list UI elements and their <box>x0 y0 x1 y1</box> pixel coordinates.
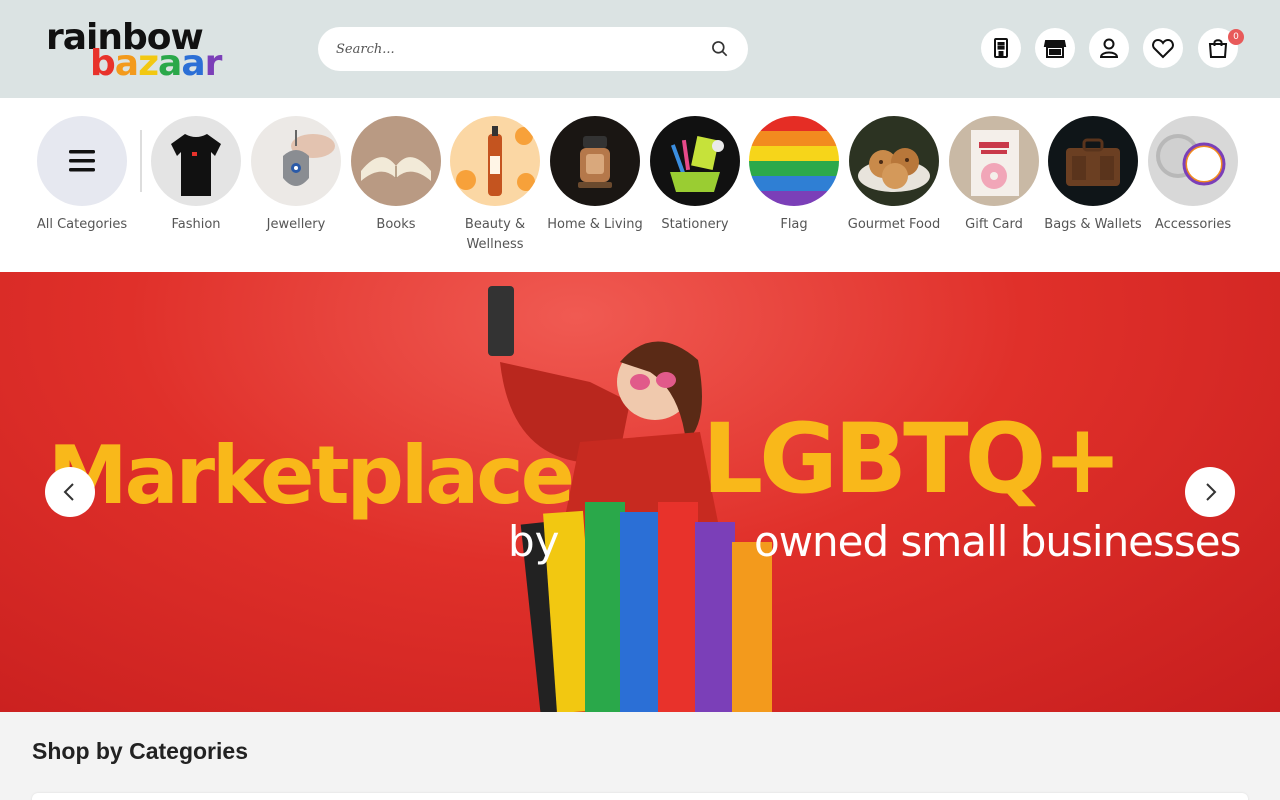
category-strip: All Categories Fashion Jewellery Books B… <box>0 98 1280 272</box>
category-image <box>650 116 740 206</box>
user-icon <box>1099 38 1119 58</box>
category-all-circle <box>37 116 127 206</box>
category-gourmet-food[interactable]: Gourmet Food <box>842 116 946 235</box>
banner-headline-right: LGBTQ+ <box>702 403 1123 515</box>
category-jewellery[interactable]: Jewellery <box>244 116 348 235</box>
category-image <box>351 116 441 206</box>
store-button[interactable] <box>1035 28 1075 68</box>
category-label: Fashion <box>171 217 221 232</box>
category-image <box>450 116 540 206</box>
category-bags-wallets[interactable]: Bags & Wallets <box>1041 116 1145 235</box>
category-image <box>1048 116 1138 206</box>
chevron-left-icon <box>63 483 74 501</box>
carousel-next-button[interactable] <box>1185 467 1235 517</box>
section-title: Shop by Categories <box>32 738 248 764</box>
category-gift-card[interactable]: Gift Card <box>942 116 1046 235</box>
banner-headline-left: Marketplace <box>48 429 575 522</box>
category-flag[interactable]: Flag <box>742 116 846 235</box>
shopping-bag-icon <box>1208 39 1228 58</box>
chevron-right-icon <box>1206 483 1217 501</box>
category-books[interactable]: Books <box>344 116 448 235</box>
site-header: rainbow bazaar 0 <box>0 0 1280 98</box>
category-label: Gourmet Food <box>847 217 941 232</box>
search-input[interactable] <box>336 38 696 60</box>
menu-icon <box>69 150 95 172</box>
heart-icon <box>1152 38 1174 59</box>
logo[interactable]: rainbow bazaar <box>46 18 236 84</box>
store-icon <box>1043 40 1067 58</box>
category-image <box>849 116 939 206</box>
hero-banner[interactable]: Marketplace LGBTQ+ by owned small busine… <box>0 272 1280 712</box>
account-button[interactable] <box>1089 28 1129 68</box>
category-image <box>151 116 241 206</box>
category-divider <box>140 130 142 192</box>
category-accessories[interactable]: Accessories <box>1141 116 1245 235</box>
cart-count-badge: 0 <box>1228 29 1244 45</box>
search-bar[interactable] <box>318 27 748 71</box>
logo-word-bazaar: bazaar <box>90 43 222 84</box>
category-fashion[interactable]: Fashion <box>144 116 248 235</box>
category-label: Bags & Wallets <box>1044 217 1142 232</box>
building-button[interactable] <box>981 28 1021 68</box>
wishlist-button[interactable] <box>1143 28 1183 68</box>
category-label: Books <box>376 217 416 232</box>
category-image <box>949 116 1039 206</box>
category-label: Accessories <box>1154 217 1232 232</box>
category-image <box>251 116 341 206</box>
banner-subline-right: owned small businesses <box>754 517 1242 566</box>
carousel-prev-button[interactable] <box>45 467 95 517</box>
category-label: Stationery <box>661 217 729 232</box>
category-all[interactable]: All Categories <box>30 116 134 235</box>
category-label: Jewellery <box>266 217 326 232</box>
category-label: Flag <box>780 217 808 232</box>
category-label: All Categories <box>36 217 128 232</box>
category-card <box>32 793 1248 800</box>
category-stationery[interactable]: Stationery <box>643 116 747 235</box>
search-icon[interactable] <box>710 39 730 59</box>
category-label: Home & Living <box>547 217 643 232</box>
category-home-living[interactable]: Home & Living <box>543 116 647 235</box>
category-image <box>749 116 839 206</box>
category-image <box>1148 116 1238 206</box>
category-label: Gift Card <box>965 217 1023 232</box>
category-label: Beauty & Wellness <box>464 217 526 252</box>
category-beauty[interactable]: Beauty & Wellness <box>443 116 547 255</box>
category-image <box>550 116 640 206</box>
building-icon <box>994 38 1008 58</box>
banner-subline-left: by <box>508 517 560 566</box>
